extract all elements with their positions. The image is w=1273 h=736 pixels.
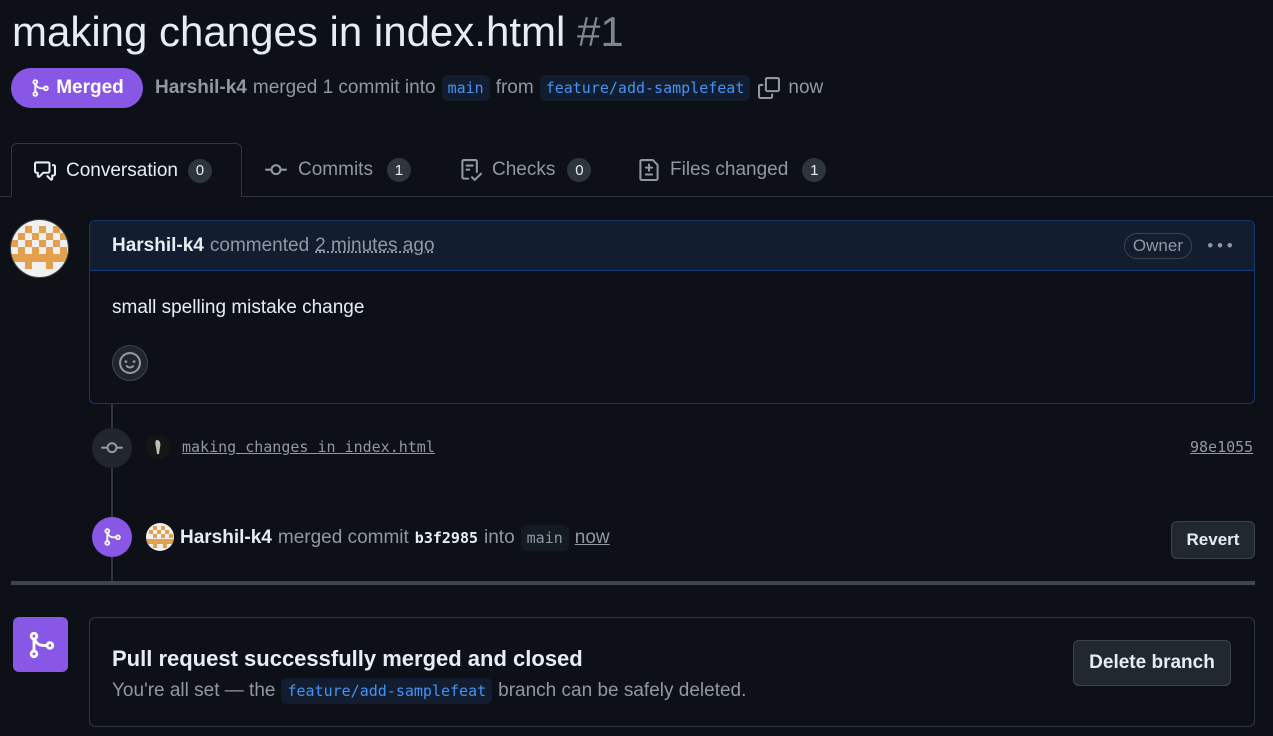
smiley-icon xyxy=(119,352,141,374)
tab-checks-label: Checks xyxy=(492,159,556,180)
merge-status-box: Pull request successfully merged and clo… xyxy=(89,617,1255,727)
merged-status-label: Merged xyxy=(56,77,124,98)
copy-icon[interactable] xyxy=(756,75,782,101)
merge-author-link[interactable]: Harshil-k4 xyxy=(180,527,272,549)
deletable-branch-link[interactable]: feature/add-samplefeat xyxy=(281,678,493,704)
kebab-horizontal-icon[interactable] xyxy=(1208,234,1232,258)
tab-conversation-label: Conversation xyxy=(66,159,178,181)
merge-into: into xyxy=(484,527,515,548)
merge-sha-link[interactable]: b3f2985 xyxy=(415,529,478,547)
comment-header: Harshil-k4 commented 2 minutes ago Owner xyxy=(90,221,1254,271)
pr-tabs: Conversation 0 Commits 1 Checks 0 Files … xyxy=(0,143,1273,197)
tab-files-changed-count: 1 xyxy=(802,158,827,182)
merged-status-badge: Merged xyxy=(11,68,143,108)
git-commit-icon xyxy=(265,164,287,176)
pr-author-link[interactable]: Harshil-k4 xyxy=(155,77,247,99)
merge-node xyxy=(92,517,132,557)
git-merge-icon xyxy=(104,528,121,546)
comment-author-link[interactable]: Harshil-k4 xyxy=(112,235,204,257)
owner-badge: Owner xyxy=(1123,232,1192,259)
git-commit-icon xyxy=(101,442,123,454)
tab-commits-label: Commits xyxy=(298,159,373,180)
comment-discussion-icon xyxy=(34,160,56,181)
avatar[interactable] xyxy=(10,219,69,278)
delete-branch-button[interactable]: Delete branch xyxy=(1073,640,1231,686)
merge-action: merged commit xyxy=(277,527,409,548)
comment-time-link[interactable]: 2 minutes ago xyxy=(315,235,434,257)
comment-action: commented xyxy=(209,234,310,256)
comment-card: Harshil-k4 commented 2 minutes ago Owner… xyxy=(89,220,1255,404)
commit-author-avatar[interactable] xyxy=(146,435,170,459)
file-diff-icon xyxy=(639,159,659,181)
checklist-icon xyxy=(461,159,482,181)
git-merge-icon xyxy=(32,79,49,97)
pr-title: making changes in index.html #1 xyxy=(12,6,624,58)
merge-status-subtitle: You're all set — the feature/add-samplef… xyxy=(112,678,746,704)
merge-status-suffix: branch can be safely deleted. xyxy=(498,680,747,701)
merge-branch-link[interactable]: main xyxy=(520,525,569,551)
merge-event: Harshil-k4 merged commit b3f2985 into ma… xyxy=(180,524,610,552)
merge-time-link[interactable]: now xyxy=(575,527,610,549)
merge-author-avatar[interactable] xyxy=(146,523,174,551)
merge-status-prefix: You're all set — the xyxy=(112,680,276,701)
commit-sha-link[interactable]: 98e1055 xyxy=(1190,438,1253,456)
pr-meta: Harshil-k4 merged 1 commit into main fro… xyxy=(155,74,823,102)
tab-checks[interactable]: Checks 0 xyxy=(460,143,592,197)
pr-number: #1 xyxy=(576,8,624,55)
tab-commits[interactable]: Commits 1 xyxy=(264,143,411,197)
commit-node xyxy=(92,428,132,468)
merged-icon-box xyxy=(13,617,68,672)
timeline-end-divider xyxy=(11,581,1255,585)
commit-message-link[interactable]: making changes in index.html xyxy=(182,438,435,456)
comment-body: small spelling mistake change xyxy=(112,297,365,318)
tab-checks-count: 0 xyxy=(567,158,592,182)
head-branch-link[interactable]: feature/add-samplefeat xyxy=(539,75,751,101)
pr-from-text: from xyxy=(495,77,534,98)
git-merge-icon xyxy=(29,631,54,658)
tab-commits-count: 1 xyxy=(386,158,411,182)
merge-status-title: Pull request successfully merged and clo… xyxy=(112,646,583,671)
tab-conversation[interactable]: Conversation 0 xyxy=(11,143,242,197)
tab-conversation-count: 0 xyxy=(187,158,212,183)
pr-merge-text: merged 1 commit into xyxy=(252,77,436,98)
add-reaction-button[interactable] xyxy=(112,345,148,381)
pr-title-text: making changes in index.html xyxy=(12,8,566,55)
revert-button[interactable]: Revert xyxy=(1171,521,1255,559)
base-branch-link[interactable]: main xyxy=(441,75,490,101)
pr-time: now xyxy=(788,77,824,98)
tab-files-changed[interactable]: Files changed 1 xyxy=(638,143,827,197)
tab-files-changed-label: Files changed xyxy=(670,159,789,180)
